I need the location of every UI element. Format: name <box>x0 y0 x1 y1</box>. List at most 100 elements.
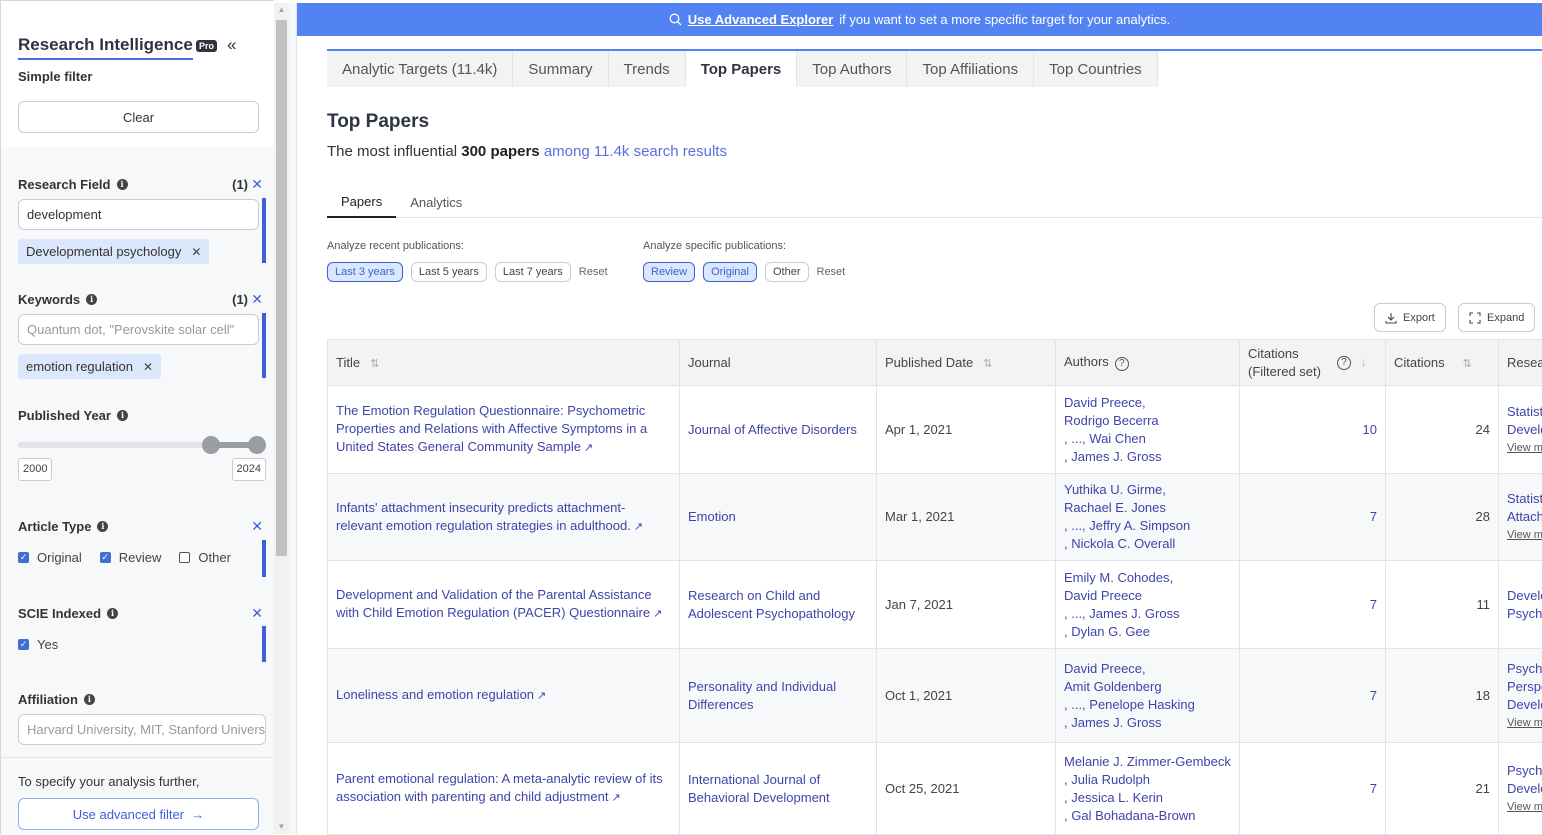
research-field-link[interactable]: Psychology <box>1507 660 1542 678</box>
remove-chip-icon[interactable]: ✕ <box>143 360 153 374</box>
author-link[interactable]: Amit Goldenberg <box>1064 678 1231 696</box>
view-more-link[interactable]: View more <box>1507 526 1542 544</box>
research-field-link[interactable]: Psychology <box>1507 605 1542 623</box>
citations-filtered-cell[interactable]: 7 <box>1240 743 1386 835</box>
external-link-icon[interactable]: ↗ <box>653 608 662 620</box>
clear-keywords-icon[interactable]: ✕ <box>251 291 263 308</box>
advanced-explorer-link[interactable]: Use Advanced Explorer <box>688 12 833 27</box>
author-link[interactable]: David Preece <box>1064 587 1231 605</box>
collapse-sidebar-icon[interactable]: « <box>227 35 236 55</box>
author-link[interactable]: , Julia Rudolph <box>1064 771 1231 789</box>
info-icon[interactable]: i <box>107 608 118 619</box>
external-link-icon[interactable]: ↗ <box>537 690 546 702</box>
author-link[interactable]: Emily M. Cohodes, <box>1064 569 1231 587</box>
external-link-icon[interactable]: ↗ <box>584 442 593 454</box>
sort-icon[interactable]: ⇅ <box>983 358 992 370</box>
filter-pill[interactable]: Last 5 years <box>411 262 487 282</box>
research-field-link[interactable]: Developmental psychology <box>1507 587 1542 605</box>
subtab-analytics[interactable]: Analytics <box>396 186 476 218</box>
column-citations-filtered[interactable]: Citations(Filtered set)?↓ <box>1240 340 1386 386</box>
author-link[interactable]: , ..., Wai Chen <box>1064 430 1231 448</box>
external-link-icon[interactable]: ↗ <box>611 792 620 804</box>
view-more-link[interactable]: View more <box>1507 798 1542 816</box>
sort-icon[interactable]: ⇅ <box>1463 358 1472 370</box>
info-icon[interactable]: i <box>97 521 108 532</box>
journal-link[interactable]: Emotion <box>688 509 736 524</box>
research-field-link[interactable]: Statistics <box>1507 490 1542 508</box>
view-more-link[interactable]: View more <box>1507 714 1542 732</box>
research-field-link[interactable]: Statistics <box>1507 403 1542 421</box>
checkbox[interactable] <box>179 552 190 563</box>
author-link[interactable]: Yuthika U. Girme, <box>1064 481 1231 499</box>
reset-button[interactable]: Reset <box>579 266 608 278</box>
scroll-down-icon[interactable]: ▼ <box>274 820 289 834</box>
column-citations[interactable]: Citations⇅ <box>1386 340 1499 386</box>
citations-filtered-cell[interactable]: 7 <box>1240 649 1386 743</box>
author-link[interactable]: , Gal Bohadana-Brown <box>1064 807 1231 825</box>
filter-pill[interactable]: Last 7 years <box>495 262 571 282</box>
view-more-link[interactable]: View more <box>1507 439 1542 457</box>
sidebar-scrollbar[interactable]: ▲ ▼ <box>274 3 289 834</box>
filter-pill[interactable]: Last 3 years <box>327 262 403 282</box>
research-field-link[interactable]: Developmental psychology <box>1507 780 1542 798</box>
affiliation-input[interactable]: Harvard University, MIT, Stanford Univer… <box>18 714 266 745</box>
tab-top-papers[interactable]: Top Papers <box>686 51 798 87</box>
research-field-input[interactable]: development <box>18 199 259 230</box>
author-link[interactable]: , ..., James J. Gross <box>1064 605 1231 623</box>
author-link[interactable]: Rodrigo Becerra <box>1064 412 1231 430</box>
tab-analytic-targets-11-4k[interactable]: Analytic Targets (11.4k) <box>327 51 513 87</box>
year-min-input[interactable]: 2000 <box>18 458 52 481</box>
remove-chip-icon[interactable]: ✕ <box>191 245 201 259</box>
author-link[interactable]: David Preece, <box>1064 660 1231 678</box>
scroll-up-icon[interactable]: ▲ <box>274 3 289 17</box>
author-link[interactable]: , Jessica L. Kerin <box>1064 789 1231 807</box>
clear-scie-icon[interactable]: ✕ <box>251 605 263 622</box>
author-link[interactable]: Melanie J. Zimmer-Gembeck <box>1064 753 1231 771</box>
author-link[interactable]: , James J. Gross <box>1064 448 1231 466</box>
info-icon[interactable]: i <box>86 294 97 305</box>
citations-filtered-cell[interactable]: 7 <box>1240 474 1386 561</box>
sort-desc-icon[interactable]: ↓ <box>1361 357 1367 369</box>
citations-filtered-cell[interactable]: 10 <box>1240 386 1386 474</box>
help-icon[interactable]: ? <box>1337 356 1351 370</box>
journal-link[interactable]: International Journal of Behavioral Deve… <box>688 772 830 805</box>
tab-trends[interactable]: Trends <box>609 51 686 87</box>
year-slider-min-handle[interactable] <box>202 436 220 454</box>
author-link[interactable]: , ..., Penelope Hasking <box>1064 696 1231 714</box>
checkbox[interactable]: ✓ <box>18 552 29 563</box>
search-results-link[interactable]: among 11.4k search results <box>544 143 727 160</box>
filter-pill[interactable]: Review <box>643 262 695 282</box>
paper-title-link[interactable]: The Emotion Regulation Questionnaire: Ps… <box>336 403 647 454</box>
checkbox-yes[interactable]: ✓Yes <box>18 637 58 652</box>
clear-button[interactable]: Clear <box>18 101 259 133</box>
paper-title-link[interactable]: Loneliness and emotion regulation <box>336 687 534 702</box>
help-icon[interactable]: ? <box>1115 357 1129 371</box>
tab-top-authors[interactable]: Top Authors <box>797 51 907 87</box>
journal-link[interactable]: Journal of Affective Disorders <box>688 422 857 437</box>
author-link[interactable]: Rachael E. Jones <box>1064 499 1231 517</box>
checkbox[interactable]: ✓ <box>100 552 111 563</box>
info-icon[interactable]: i <box>117 410 128 421</box>
info-icon[interactable]: i <box>117 179 128 190</box>
filter-pill[interactable]: Other <box>765 262 809 282</box>
export-button[interactable]: Export <box>1374 303 1446 332</box>
expand-button[interactable]: Expand <box>1458 303 1535 332</box>
checkbox-review[interactable]: ✓Review <box>100 550 162 565</box>
author-link[interactable]: , James J. Gross <box>1064 714 1231 732</box>
research-field-link[interactable]: Developmental psychology <box>1507 421 1542 439</box>
paper-title-link[interactable]: Infants' attachment insecurity predicts … <box>336 500 631 533</box>
brand-title[interactable]: Research Intelligence <box>18 35 193 60</box>
research-field-link[interactable]: Developmental psychology <box>1507 696 1542 714</box>
author-link[interactable]: , Nickola C. Overall <box>1064 535 1231 553</box>
advanced-filter-button[interactable]: Use advanced filter → <box>18 798 259 830</box>
author-link[interactable]: , ..., Jeffry A. Simpson <box>1064 517 1231 535</box>
author-link[interactable]: , Dylan G. Gee <box>1064 623 1231 641</box>
scrollbar-thumb[interactable] <box>276 20 287 556</box>
checkbox[interactable]: ✓ <box>18 639 29 650</box>
clear-article-type-icon[interactable]: ✕ <box>251 518 263 535</box>
tab-top-countries[interactable]: Top Countries <box>1034 51 1158 87</box>
tab-summary[interactable]: Summary <box>513 51 608 87</box>
filter-pill[interactable]: Original <box>703 262 757 282</box>
year-max-input[interactable]: 2024 <box>232 458 266 481</box>
citations-filtered-cell[interactable]: 7 <box>1240 561 1386 649</box>
